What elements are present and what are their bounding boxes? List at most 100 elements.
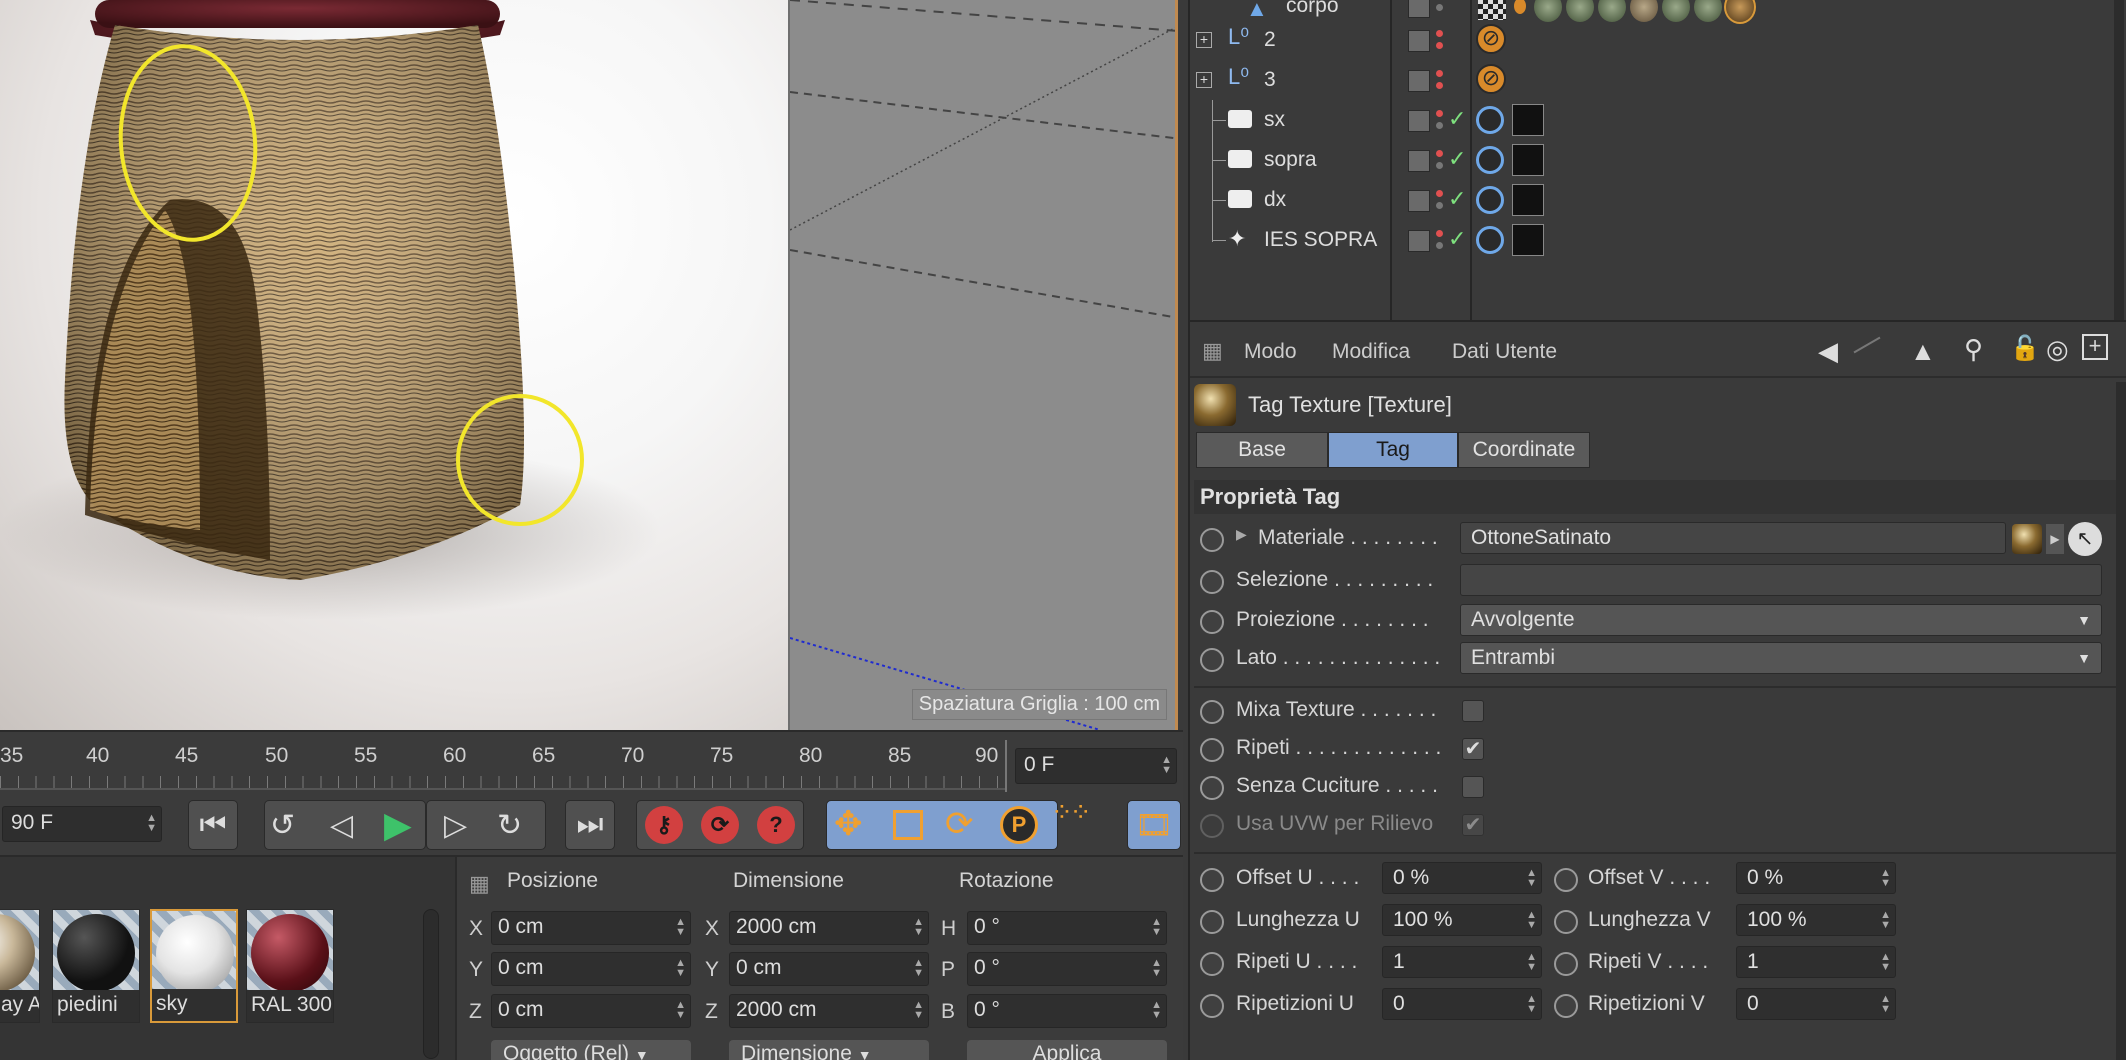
tab-tag[interactable]: Tag [1328,432,1458,468]
apply-button[interactable]: Applica [967,1040,1167,1060]
material-swatch[interactable]: piedini [52,909,140,1023]
menu-edit[interactable]: Modifica [1332,340,1410,364]
rotation-p-field[interactable]: 0 ° ▲ ▼ [967,952,1167,986]
prev-key-button[interactable]: ↺ [270,808,295,843]
target-tag-icon[interactable] [1476,146,1504,174]
editor-visibility-dot[interactable] [1436,150,1443,157]
animate-radio[interactable] [1200,610,1224,634]
back-arrow-icon[interactable]: ◀ [1818,336,1838,367]
size-z-field[interactable]: 2000 cm ▲ ▼ [729,994,929,1028]
animate-radio[interactable] [1200,570,1224,594]
editor-viewport[interactable]: Spaziatura Griglia : 100 cm [788,0,1178,730]
spin-arrows-icon[interactable]: ▲ ▼ [1161,755,1172,776]
compositing-tag-icon[interactable]: ⊘ [1476,64,1506,94]
timeline[interactable]: 35 40 45 50 55 60 65 70 75 80 85 90 0 F … [0,730,1183,855]
material-link-field[interactable]: OttoneSatinato [1460,522,2006,554]
coord-mode-dropdown[interactable]: Oggetto (Rel) ▼ [491,1040,691,1060]
tab-base[interactable]: Base [1196,432,1328,468]
spin-arrows-icon[interactable]: ▲ ▼ [1526,868,1537,889]
object-row[interactable]: sx ✓ [1190,100,2120,140]
tile-checkbox[interactable]: ✔ [1462,738,1484,760]
target-tag-icon[interactable] [1476,226,1504,254]
record-button[interactable]: ⚷ [645,806,683,844]
rotation-track-toggle[interactable]: ⟳ [945,804,974,844]
position-z-field[interactable]: 0 cm ▲ ▼ [491,994,691,1028]
spin-arrows-icon[interactable]: ▲ ▼ [1880,994,1891,1015]
animate-radio[interactable] [1200,528,1224,552]
seamless-checkbox[interactable] [1462,776,1484,798]
attribute-scrollbar[interactable] [2116,382,2126,1060]
animate-radio[interactable] [1200,952,1224,976]
animate-radio[interactable] [1200,910,1224,934]
animate-radio[interactable] [1200,700,1224,724]
scale-track-toggle[interactable] [893,810,923,840]
material-swatch[interactable]: RAL 300 [246,909,334,1023]
animate-radio[interactable] [1200,994,1224,1018]
animate-radio[interactable] [1200,868,1224,892]
layer-box[interactable] [1408,30,1430,52]
editor-visibility-dot[interactable] [1436,30,1443,37]
object-row[interactable]: dx ✓ [1190,180,2120,220]
repetitions-v-field[interactable]: 0 ▲ ▼ [1736,988,1896,1020]
coordinates-manager[interactable]: ▦ Posizione Dimensione Rotazione X 0 cm ▲… [455,855,1183,1060]
layer-box[interactable] [1408,70,1430,92]
prev-frame-button[interactable]: ◁ [330,808,353,843]
animate-radio[interactable] [1554,868,1578,892]
target-tag-icon[interactable] [1476,186,1504,214]
pick-cursor-icon[interactable]: ↖ [2068,522,2102,556]
spin-arrows-icon[interactable]: ▲ ▼ [675,958,686,979]
render-visibility-dot[interactable] [1436,122,1443,129]
pla-track-toggle[interactable]: ⁘⁘ [1051,799,1092,825]
layer-box[interactable] [1408,150,1430,172]
spin-arrows-icon[interactable]: ▲ ▼ [1526,910,1537,931]
link-menu-icon[interactable]: ▶ [2046,524,2064,554]
material-manager[interactable]: ay A piedini sky RAL 300 [0,855,455,1060]
editor-visibility-dot[interactable] [1436,110,1443,117]
spin-arrows-icon[interactable]: ▲ ▼ [1880,868,1891,889]
expand-triangle-icon[interactable]: ▶ [1236,526,1247,543]
render-visibility-dot[interactable] [1436,162,1443,169]
enabled-check-icon[interactable]: ✓ [1448,146,1466,172]
enabled-check-icon[interactable]: ✓ [1448,186,1466,212]
rotation-h-field[interactable]: 0 ° ▲ ▼ [967,911,1167,945]
compositing-tag-icon[interactable]: ⊘ [1476,24,1506,54]
key-selection-button[interactable]: ? [757,806,795,844]
attribute-manager[interactable]: ▦ Modo Modifica Dati Utente ◀ ▲ ⚲ 🔓 ◎ + … [1188,320,2126,1060]
render-visibility-dot[interactable] [1436,42,1443,49]
object-row[interactable]: ✦ IES SOPRA ✓ [1190,220,2120,260]
editor-visibility-dot[interactable] [1436,70,1443,77]
spin-arrows-icon[interactable]: ▲ ▼ [913,958,924,979]
object-row[interactable]: sopra ✓ [1190,140,2120,180]
material-tag-icon-selected[interactable] [1724,0,1756,24]
animate-radio[interactable] [1200,738,1224,762]
material-swatch[interactable]: ay A [0,909,40,1023]
spin-arrows-icon[interactable]: ▲ ▼ [675,917,686,938]
parameter-track-toggle[interactable]: P [1000,806,1038,844]
uvw-tag-icon[interactable] [1478,0,1506,20]
offset-u-field[interactable]: 0 % ▲ ▼ [1382,862,1542,894]
spin-arrows-icon[interactable]: ▲ ▼ [1151,958,1162,979]
spin-arrows-icon[interactable]: ▲ ▼ [913,1000,924,1021]
tab-coordinate[interactable]: Coordinate [1458,432,1590,468]
length-u-field[interactable]: 100 % ▲ ▼ [1382,904,1542,936]
material-tag-strip[interactable] [1534,0,1756,24]
rotation-b-field[interactable]: 0 ° ▲ ▼ [967,994,1167,1028]
current-frame-field[interactable]: 0 F ▲ ▼ [1015,748,1177,784]
object-scrollbar[interactable] [2114,0,2124,320]
render-visibility-dot[interactable] [1436,82,1443,89]
enabled-check-icon[interactable]: ✓ [1448,106,1466,132]
spin-arrows-icon[interactable]: ▲ ▼ [913,917,924,938]
goto-start-button[interactable]: ⏮ [188,800,238,850]
material-scrollbar[interactable] [423,909,439,1059]
material-tag-icon[interactable] [1566,0,1594,22]
goto-end-button[interactable]: ⏭ [565,800,615,850]
phong-tag-icon[interactable] [1514,0,1526,14]
offset-v-field[interactable]: 0 % ▲ ▼ [1736,862,1896,894]
visibility-dot[interactable] [1436,4,1443,11]
animate-radio[interactable] [1554,910,1578,934]
tiles-v-field[interactable]: 1 ▲ ▼ [1736,946,1896,978]
size-x-field[interactable]: 2000 cm ▲ ▼ [729,911,929,945]
search-icon[interactable]: ⚲ [1964,334,1983,365]
object-manager[interactable]: ▲ corpo + L⁰ 2 ⊘ + L⁰ 3 ⊘ sx ✓ sopra ✓ d… [1188,0,2126,320]
object-row[interactable]: + L⁰ 2 ⊘ [1190,20,2120,60]
